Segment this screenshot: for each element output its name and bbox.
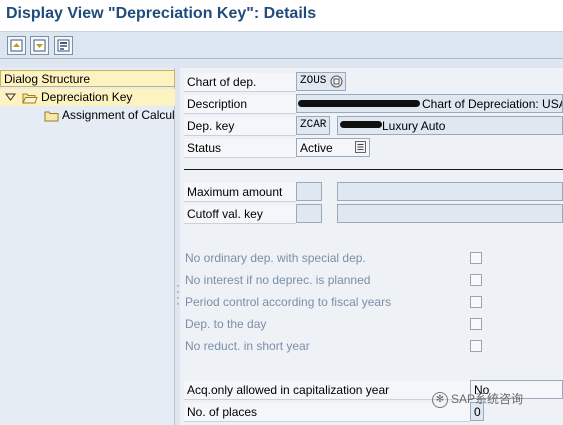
other-entry-button[interactable] (54, 36, 73, 55)
title-bar: Display View "Depreciation Key": Details (0, 0, 563, 32)
checkbox-period-control[interactable] (470, 296, 482, 308)
dialog-structure-panel: Dialog Structure Depreciation Key Assign… (0, 68, 175, 425)
page-title: Display View "Depreciation Key": Details (6, 5, 317, 22)
cutoff-desc-field (337, 204, 563, 223)
chart-of-dep-field[interactable]: ZOUS (296, 72, 346, 91)
select-entry-icon (57, 39, 70, 52)
max-amount-desc-field (337, 182, 563, 201)
application-toolbar (0, 32, 563, 59)
checkbox-dep-to-day[interactable] (470, 318, 482, 330)
chart-of-dep-value: ZOUS (300, 75, 327, 87)
tree-item-depreciation-key[interactable]: Depreciation Key (0, 89, 175, 106)
cutoff-label: Cutoff val. key (184, 205, 296, 224)
watermark-text: SAP系统咨询 (451, 392, 524, 406)
max-amount-field (296, 182, 322, 201)
dialog-structure-header: Dialog Structure (0, 70, 175, 87)
checkbox-no-reduct-short-year[interactable] (470, 340, 482, 352)
max-amount-label: Maximum amount (184, 183, 296, 202)
page-down-icon (33, 39, 46, 52)
redaction-mark (298, 100, 420, 107)
checkbox-no-interest[interactable] (470, 274, 482, 286)
option-label-no-interest: No interest if no deprec. is planned (185, 273, 371, 287)
section-divider (184, 169, 563, 170)
dep-key-label: Dep. key (184, 117, 296, 136)
page-up-icon (10, 39, 23, 52)
acq-only-label: Acq.only allowed in capitalization year (184, 381, 470, 400)
places-label: No. of places (184, 403, 470, 422)
status-label: Status (184, 139, 296, 158)
chart-of-dep-label: Chart of dep. (184, 73, 296, 92)
status-dropdown[interactable]: Active (296, 138, 370, 157)
tree-item-label: Depreciation Key (41, 90, 133, 104)
expand-arrow-icon[interactable] (5, 92, 16, 103)
value-help-icon[interactable] (330, 75, 343, 88)
dep-key-value: ZCAR (300, 119, 327, 131)
checkbox-no-ordinary-dep[interactable] (470, 252, 482, 264)
dep-key-field: ZCAR (296, 116, 330, 135)
cutoff-field (296, 204, 322, 223)
watermark: ✻ SAP系统咨询 (432, 390, 523, 410)
previous-entry-button[interactable] (7, 36, 26, 55)
next-entry-button[interactable] (30, 36, 49, 55)
option-label-dep-to-day: Dep. to the day (185, 317, 267, 331)
option-label-period-control: Period control according to fiscal years (185, 295, 392, 309)
dropdown-list-icon[interactable] (355, 141, 366, 153)
option-label-no-reduct-short-year: No reduct. in short year (185, 339, 310, 353)
description-value: Chart of Depreciation: USA (422, 97, 563, 111)
dep-key-desc: Luxury Auto (382, 119, 446, 133)
option-label-no-ordinary-dep: No ordinary dep. with special dep. (185, 251, 366, 265)
splitter-handle[interactable]: · · · · (176, 281, 180, 310)
open-folder-icon (22, 93, 38, 104)
redaction-mark (340, 121, 382, 128)
description-label: Description (184, 95, 296, 114)
wechat-icon: ✻ (432, 391, 448, 408)
folder-icon (44, 111, 59, 122)
tree-item-label: Assignment of Calcul (62, 108, 175, 122)
status-value: Active (300, 141, 333, 155)
tree-item-assignment[interactable]: Assignment of Calcul (0, 107, 175, 124)
